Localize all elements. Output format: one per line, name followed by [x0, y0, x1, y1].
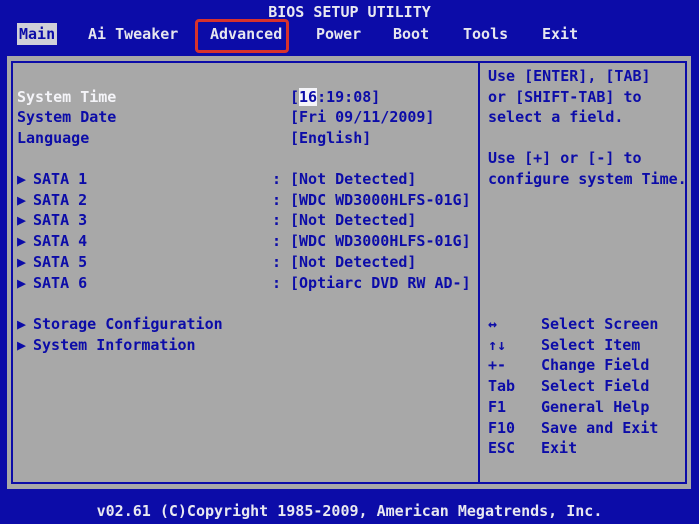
tab-ai-tweaker[interactable]: Ai Tweaker — [86, 23, 180, 45]
tab-key: Tab — [488, 377, 516, 395]
triangle-right-icon: ▶ — [17, 170, 27, 188]
system-time-value[interactable]: [16:19:08] — [290, 87, 380, 107]
sata-1-value: [Not Detected] — [290, 170, 417, 188]
help-line: Use [ENTER], [TAB] — [488, 67, 651, 85]
sata-label: SATA 1 — [33, 170, 88, 188]
triangle-right-icon: ▶ — [17, 191, 27, 209]
sata-label: SATA 5 — [33, 253, 88, 271]
sata-6-value: [Optiarc DVD RW AD-] — [290, 274, 471, 292]
system-time-hour[interactable]: 16 — [299, 88, 318, 106]
tab-tools[interactable]: Tools — [461, 23, 510, 45]
language-label[interactable]: Language — [17, 128, 89, 148]
f1-key: F1 — [488, 398, 507, 416]
sata-6-item[interactable]: ▶ SATA 6 — [17, 273, 87, 293]
help-line: or [SHIFT-TAB] to — [488, 88, 642, 106]
separator-colon: : — [272, 191, 282, 209]
sata-label: SATA 4 — [33, 232, 88, 250]
sata-2-value: [WDC WD3000HLFS-01G] — [290, 191, 471, 209]
sata-1-item[interactable]: ▶ SATA 1 — [17, 169, 87, 189]
system-information-item[interactable]: ▶ System Information — [17, 335, 196, 355]
triangle-right-icon: ▶ — [17, 253, 27, 271]
menu-bar: Main Ai Tweaker Advanced Power Boot Tool… — [0, 22, 699, 46]
triangle-right-icon: ▶ — [17, 315, 27, 333]
system-date-label[interactable]: System Date — [17, 107, 116, 127]
submenu-label: Storage Configuration — [33, 315, 223, 333]
key-desc: Change Field — [541, 356, 650, 374]
key-desc: Select Screen — [541, 315, 659, 333]
sata-3-value: [Not Detected] — [290, 211, 417, 229]
separator-colon: : — [272, 253, 282, 271]
tab-main[interactable]: Main — [17, 23, 58, 45]
system-time-rest: :19:08] — [317, 88, 381, 106]
separator-colon: : — [272, 232, 282, 250]
submenu-label: System Information — [33, 336, 196, 354]
tab-exit[interactable]: Exit — [540, 23, 580, 45]
help-line: configure system Time. — [488, 170, 687, 188]
sata-4-value: [WDC WD3000HLFS-01G] — [290, 232, 471, 250]
key-desc: General Help — [541, 398, 650, 416]
sata-2-item[interactable]: ▶ SATA 2 — [17, 190, 87, 210]
key-desc: Save and Exit — [541, 419, 659, 437]
bios-title: BIOS SETUP UTILITY — [268, 3, 431, 21]
system-date-value[interactable]: [Fri 09/11/2009] — [290, 107, 435, 127]
storage-configuration-item[interactable]: ▶ Storage Configuration — [17, 314, 223, 334]
sata-5-item[interactable]: ▶ SATA 5 — [17, 252, 87, 272]
separator-colon: : — [272, 211, 282, 229]
triangle-right-icon: ▶ — [17, 336, 27, 354]
triangle-right-icon: ▶ — [17, 232, 27, 250]
tab-power[interactable]: Power — [314, 23, 363, 45]
separator-colon: : — [272, 274, 282, 292]
key-desc: Select Field — [541, 377, 650, 395]
left-right-arrow-icon: ↔ — [488, 315, 498, 333]
advanced-tab-highlight — [195, 19, 289, 53]
copyright-footer: v02.61 (C)Copyright 1985-2009, American … — [96, 502, 603, 520]
esc-key: ESC — [488, 439, 516, 457]
separator-colon: : — [272, 170, 282, 188]
key-desc: Select Item — [541, 336, 641, 354]
system-time-prefix: [ — [290, 88, 300, 106]
triangle-right-icon: ▶ — [17, 274, 27, 292]
sata-label: SATA 3 — [33, 211, 88, 229]
sata-5-value: [Not Detected] — [290, 253, 417, 271]
sata-label: SATA 6 — [33, 274, 88, 292]
sata-label: SATA 2 — [33, 191, 88, 209]
sata-4-item[interactable]: ▶ SATA 4 — [17, 231, 87, 251]
sata-3-item[interactable]: ▶ SATA 3 — [17, 210, 87, 230]
triangle-right-icon: ▶ — [17, 211, 27, 229]
panel-divider — [478, 61, 480, 484]
plus-minus-key: +- — [488, 356, 507, 374]
up-down-arrow-icon: ↑↓ — [488, 336, 507, 354]
tab-boot[interactable]: Boot — [391, 23, 431, 45]
key-desc: Exit — [541, 439, 578, 457]
f10-key: F10 — [488, 419, 516, 437]
help-line: select a field. — [488, 108, 624, 126]
help-line: Use [+] or [-] to — [488, 149, 642, 167]
language-value[interactable]: [English] — [290, 128, 371, 148]
system-time-label[interactable]: System Time — [17, 87, 116, 107]
